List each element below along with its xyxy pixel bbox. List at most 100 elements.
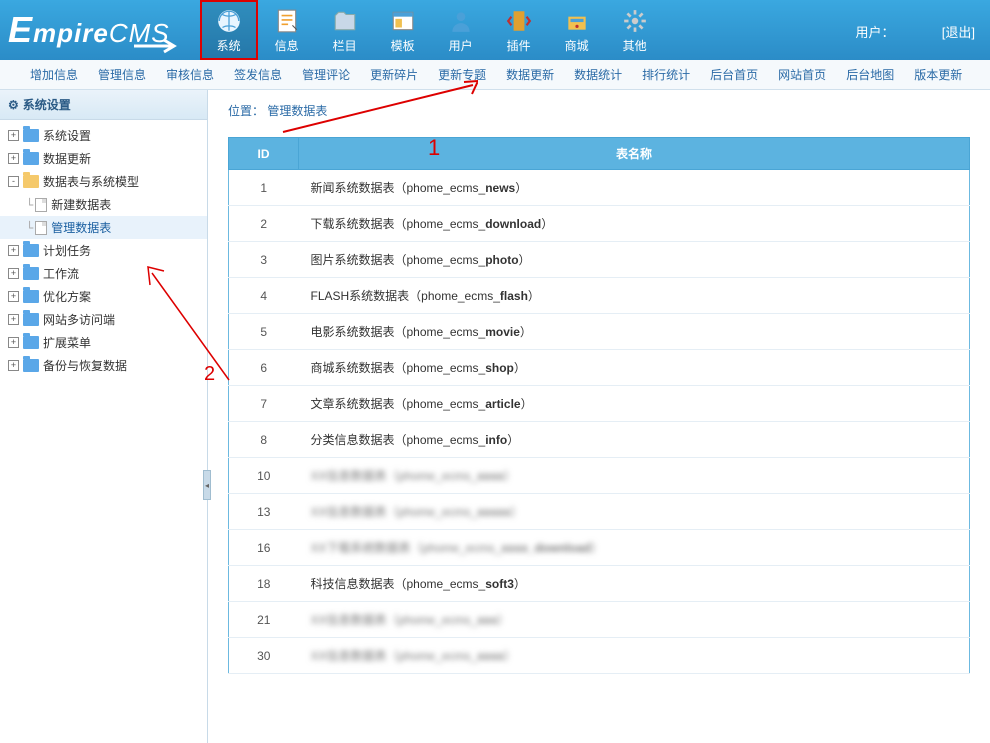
toolbar-column[interactable]: 栏目 [316,0,374,60]
tree-toggle-icon[interactable]: - [8,176,19,187]
submenu-item[interactable]: 审核信息 [156,66,224,83]
tree-item[interactable]: + 工作流 [0,262,207,285]
tree-item[interactable]: + 系统设置 [0,124,207,147]
submenu-item[interactable]: 管理信息 [88,66,156,83]
submenu-item[interactable]: 增加信息 [20,66,88,83]
tree-label: 工作流 [43,265,79,282]
main-content: ◂ 位置： 管理数据表 1 2 ID 表名称 1新闻系统数据表（phome_ec… [208,90,990,743]
system-icon [214,7,244,35]
column-icon [330,7,360,35]
cell-name: 下载系统数据表（phome_ecms_download） [299,206,970,242]
data-table: ID 表名称 1新闻系统数据表（phome_ecms_news）2下载系统数据表… [228,137,970,674]
tree-item[interactable]: └新建数据表 [0,193,207,216]
tree-toggle-icon[interactable]: + [8,314,19,325]
toolbar-user[interactable]: 用户 [432,0,490,60]
submenu-item[interactable]: 排行统计 [632,66,700,83]
sidebar-title: 系统设置 [23,96,71,113]
table-row[interactable]: 10XX信息数据表（phome_ecms_xxxx） [229,458,970,494]
toolbar-system[interactable]: 系统 [200,0,258,60]
tree-line: └ [26,221,33,235]
cell-id: 8 [229,422,299,458]
table-row[interactable]: 30XX信息数据表（phome_ecms_xxxx） [229,638,970,674]
toolbar-template[interactable]: 模板 [374,0,432,60]
table-row[interactable]: 18科技信息数据表（phome_ecms_soft3） [229,566,970,602]
submenu-item[interactable]: 网站首页 [768,66,836,83]
table-row[interactable]: 3图片系统数据表（phome_ecms_photo） [229,242,970,278]
folder-icon [23,267,39,280]
table-row[interactable]: 13XX信息数据表（phome_ecms_xxxxx） [229,494,970,530]
submenu-item[interactable]: 版本更新 [904,66,972,83]
cell-name: XX下载系统数据表（phome_ecms_xxxx_download） [299,530,970,566]
table-row[interactable]: 5电影系统数据表（phome_ecms_movie） [229,314,970,350]
submenu-item[interactable]: 管理评论 [292,66,360,83]
folder-icon [23,290,39,303]
table-row[interactable]: 1新闻系统数据表（phome_ecms_news） [229,170,970,206]
tree-item[interactable]: +备份与恢复数据 [0,354,207,377]
cell-id: 7 [229,386,299,422]
plugin-icon [504,7,534,35]
cell-name: XX信息数据表（phome_ecms_xxxx） [299,458,970,494]
tree-item[interactable]: +计划任务 [0,239,207,262]
cell-id: 4 [229,278,299,314]
toolbar-other[interactable]: 其他 [606,0,664,60]
tree-item[interactable]: - 数据表与系统模型 [0,170,207,193]
tree-toggle-icon[interactable]: + [8,360,19,371]
table-row[interactable]: 16XX下载系统数据表（phome_ecms_xxxx_download） [229,530,970,566]
toolbar-shop[interactable]: 商城 [548,0,606,60]
folder-icon [23,152,39,165]
table-row[interactable]: 2下载系统数据表（phome_ecms_download） [229,206,970,242]
folder-icon [23,336,39,349]
app-header: EmpireCMS 系统信息栏目模板用户插件商城其他 用户： [退出] [0,0,990,60]
tree-item[interactable]: +扩展菜单 [0,331,207,354]
submenu-item[interactable]: 后台首页 [700,66,768,83]
tree-toggle-icon[interactable]: + [8,153,19,164]
nav-tree: +系统设置+数据更新-数据表与系统模型└新建数据表└管理数据表+计划任务+工作流… [0,120,207,381]
submenu-item[interactable]: 更新碎片 [360,66,428,83]
table-row[interactable]: 21XX信息数据表（phome_ecms_xxx） [229,602,970,638]
breadcrumb-current[interactable]: 管理数据表 [267,104,327,118]
folder-icon [23,175,39,188]
tree-item[interactable]: +优化方案 [0,285,207,308]
cell-id: 30 [229,638,299,674]
cell-name: XX信息数据表（phome_ecms_xxx） [299,602,970,638]
sidebar: ⚙ 系统设置 +系统设置+数据更新-数据表与系统模型└新建数据表└管理数据表+计… [0,90,208,743]
user-icon [446,7,476,35]
th-id: ID [229,138,299,170]
tree-label: 数据表与系统模型 [43,173,139,190]
table-row[interactable]: 4FLASH系统数据表（phome_ecms_flash） [229,278,970,314]
tree-label: 系统设置 [43,127,91,144]
cell-id: 2 [229,206,299,242]
annotation-mark-1: 1 [428,135,440,161]
cell-id: 13 [229,494,299,530]
toolbar-label: 信息 [275,37,299,54]
table-row[interactable]: 7文章系统数据表（phome_ecms_article） [229,386,970,422]
submenu-item[interactable]: 数据统计 [564,66,632,83]
tree-item[interactable]: +网站多访问端 [0,308,207,331]
submenu-item[interactable]: 更新专题 [428,66,496,83]
sidebar-collapse-handle[interactable]: ◂ [203,470,211,500]
tree-item[interactable]: + 数据更新 [0,147,207,170]
tree-label: 数据更新 [43,150,91,167]
toolbar-info[interactable]: 信息 [258,0,316,60]
cell-id: 6 [229,350,299,386]
table-row[interactable]: 8分类信息数据表（phome_ecms_info） [229,422,970,458]
page-icon [35,198,47,212]
tree-toggle-icon[interactable]: + [8,245,19,256]
tree-item[interactable]: └管理数据表 [0,216,207,239]
toolbar-label: 系统 [217,37,241,54]
toolbar-label: 用户 [449,37,473,54]
tree-toggle-icon[interactable]: + [8,268,19,279]
table-row[interactable]: 6商城系统数据表（phome_ecms_shop） [229,350,970,386]
toolbar-plugin[interactable]: 插件 [490,0,548,60]
logout-link[interactable]: [退出] [942,25,975,40]
page-icon [35,221,47,235]
submenu-item[interactable]: 签发信息 [224,66,292,83]
submenu-item[interactable]: 后台地图 [836,66,904,83]
tree-toggle-icon[interactable]: + [8,337,19,348]
submenu-item[interactable]: 数据更新 [496,66,564,83]
cell-id: 1 [229,170,299,206]
tree-toggle-icon[interactable]: + [8,130,19,141]
annotation-mark-2: 2 [204,363,215,386]
tree-toggle-icon[interactable]: + [8,291,19,302]
cell-name: 分类信息数据表（phome_ecms_info） [299,422,970,458]
